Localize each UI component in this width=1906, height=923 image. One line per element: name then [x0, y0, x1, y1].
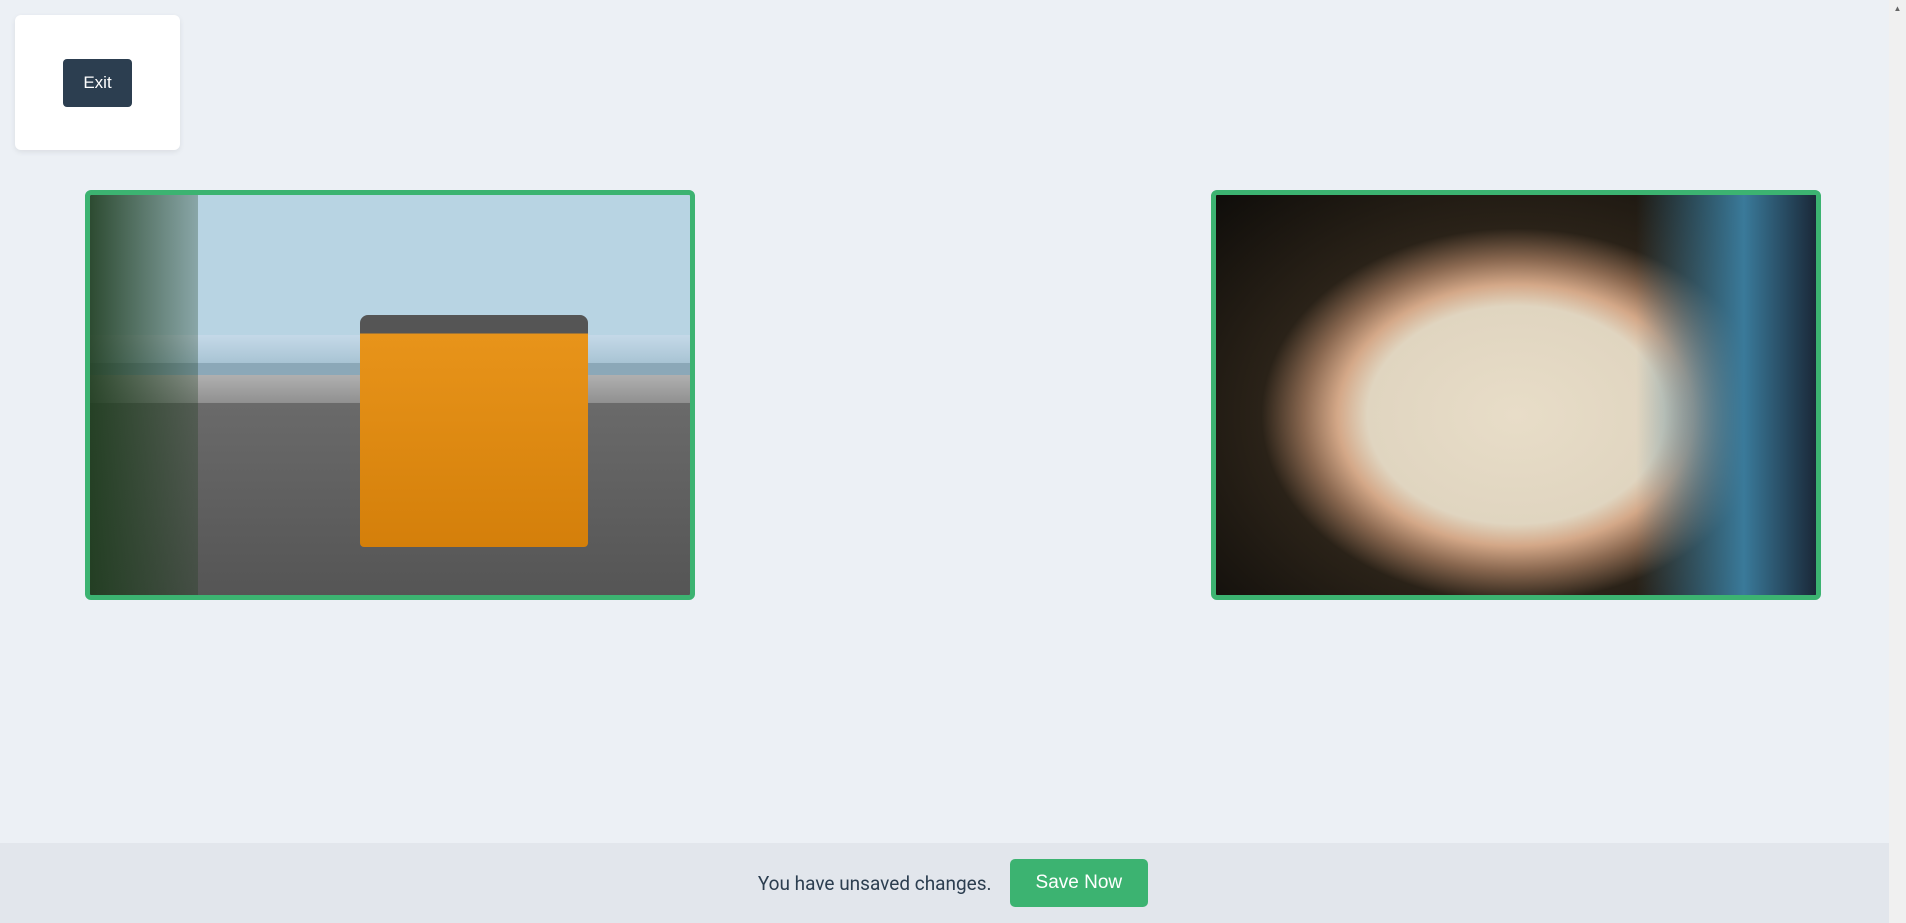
footer-bar: You have unsaved changes. Save Now — [0, 843, 1906, 923]
image-card-2[interactable] — [1211, 190, 1821, 600]
image-van-beach — [90, 195, 690, 595]
unsaved-changes-text: You have unsaved changes. — [758, 872, 992, 895]
image-hands-map — [1216, 195, 1816, 595]
exit-button[interactable]: Exit — [63, 59, 131, 107]
exit-card: Exit — [15, 15, 180, 150]
save-now-button[interactable]: Save Now — [1010, 859, 1149, 907]
scrollbar-up-arrow-icon[interactable]: ▲ — [1889, 0, 1906, 17]
scrollbar-track[interactable]: ▲ — [1889, 0, 1906, 923]
image-row — [0, 0, 1906, 600]
image-card-1[interactable] — [85, 190, 695, 600]
